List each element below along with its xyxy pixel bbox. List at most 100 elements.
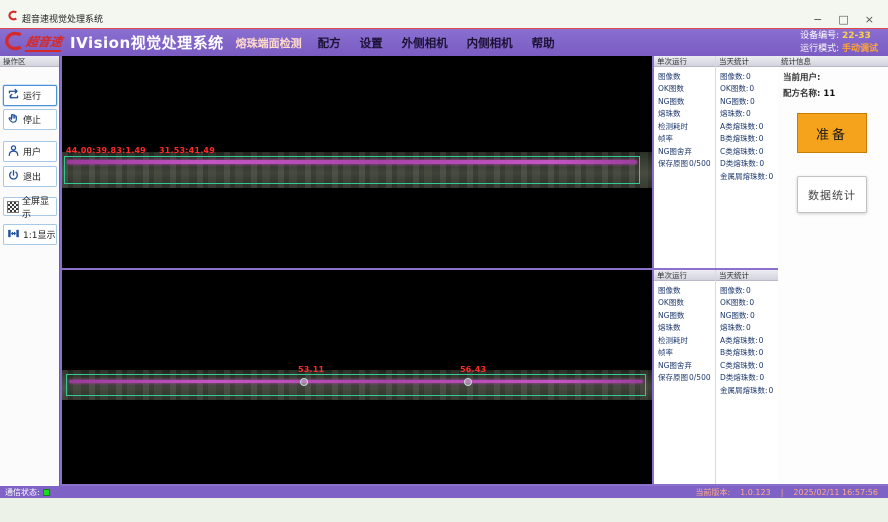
user-icon [7,144,20,160]
menu-recipe[interactable]: 配方 [318,35,341,51]
camera-view-top[interactable]: 44.00:39.83:1.49 31.53:41.49 [62,56,652,268]
user-button-label: 用户 [23,145,41,158]
stat-label: OK图数: [720,297,748,308]
stat-value: 0/500 [689,159,711,168]
stat-label: 保存原图 [658,158,688,169]
window-controls: − □ × [813,14,874,25]
run-mode-label: 运行模式: [800,44,839,54]
app-logo-icon [7,6,18,25]
one-to-one-icon [7,227,20,243]
stat-value: 0 [746,72,751,81]
one-to-one-button[interactable]: 1:1显示 [3,224,57,245]
one-to-one-button-label: 1:1显示 [23,228,56,241]
stat-label: 图像数: [720,71,745,82]
version-label: 当前版本: [695,487,730,498]
stat-label: C类熔珠数: [720,360,758,371]
stat-label: B类熔珠数: [720,347,758,358]
menu-inner-camera[interactable]: 内侧相机 [467,35,513,51]
fullscreen-grid-icon [7,201,19,213]
prepare-button[interactable]: 准备 [797,113,867,153]
stat-label: 图像数 [658,285,681,296]
device-number-label: 设备编号: [800,31,839,41]
stat-value: 0 [746,109,751,118]
fullscreen-button-label: 全屏显示 [22,194,56,220]
data-statistics-button[interactable]: 数据统计 [797,176,867,213]
stat-label: 帧率 [658,133,673,144]
window-title: 超音速视觉处理系统 [22,12,103,25]
brand-name: 超音速 [25,33,64,52]
brand-logo-icon [2,30,24,56]
operation-sidebar: 操作区 运行 停止 用户 [0,56,60,486]
stat-value: 0 [759,159,764,168]
stat-label: 熔珠数: [720,322,745,333]
annotation-left: 44.00:39.83:1.49 [66,146,146,155]
menu-outer-camera[interactable]: 外侧相机 [402,35,448,51]
stat-value: 0 [749,84,754,93]
stat-label: A类熔珠数: [720,121,758,132]
stop-button-label: 停止 [23,113,41,126]
stat-value: 0 [759,134,764,143]
daily-stats-column: 当天统计 图像数:0 OK图数:0 NG图数:0 熔珠数:0 A类熔珠数:0 B… [716,270,778,484]
version-value: 1.0.123 [740,488,771,497]
datetime: 2025/02/11 16:57:56 [793,488,878,497]
camera-view-bottom[interactable]: 53.11 56.43 [62,270,652,484]
menu-bar: 配方 设置 外侧相机 内侧相机 帮助 [318,35,555,51]
stat-value: 0 [759,147,764,156]
exit-button[interactable]: 退出 [3,166,57,187]
stat-label: D类熔珠数: [720,158,758,169]
hand-stop-icon [7,112,20,128]
comm-status-indicator [43,489,50,496]
run-button[interactable]: 运行 [3,85,57,106]
menu-settings[interactable]: 设置 [360,35,383,51]
single-run-title: 单次运行 [654,270,715,281]
stop-button[interactable]: 停止 [3,109,57,130]
stat-label: NG图舍弃 [658,360,692,371]
fullscreen-button[interactable]: 全屏显示 [3,197,57,216]
measurement-annotation: 44.00:39.83:1.49 31.53:41.49 [66,146,215,155]
annotation-right: 31.53:41.49 [159,146,215,155]
stat-label: NG图数: [720,96,749,107]
close-button[interactable]: × [865,14,874,25]
single-run-column: 单次运行 图像数 OK图数 NG图数 熔珠数 检测耗时 帧率 NG图舍弃 保存原… [654,270,716,484]
recipe-name-label: 配方名称: [783,89,820,99]
stat-label: 金属屑熔珠数: [720,171,768,182]
stat-value: 0 [746,286,751,295]
stat-label: NG图数 [658,96,684,107]
stat-value: 0 [759,122,764,131]
single-run-title: 单次运行 [654,56,715,67]
daily-stats-column: 当天统计 图像数:0 OK图数:0 NG图数:0 熔珠数:0 A类熔珠数:0 B… [716,56,778,268]
power-icon [7,169,20,185]
maximize-button[interactable]: □ [838,14,848,25]
current-user-label: 当前用户: [783,73,820,83]
stat-label: 保存原图 [658,372,688,383]
single-run-column: 单次运行 图像数 OK图数 NG图数 熔珠数 检测耗时 帧率 NG图舍弃 保存原… [654,56,716,268]
stat-value: 0 [746,323,751,332]
stat-label: NG图数 [658,310,684,321]
minimize-button[interactable]: − [813,14,822,25]
sidebar-title: 操作区 [0,56,59,67]
stats-panel-bottom: 单次运行 图像数 OK图数 NG图数 熔珠数 检测耗时 帧率 NG图舍弃 保存原… [654,270,778,484]
app-window: 超音速视觉处理系统 − □ × 超音速 IVision视觉处理系统 熔珠端面检测… [0,0,888,522]
run-mode-value: 手动调试 [842,44,878,54]
stat-label: OK图数 [658,83,684,94]
stat-label: 检测耗时 [658,335,688,346]
menu-help[interactable]: 帮助 [532,35,555,51]
user-button[interactable]: 用户 [3,141,57,162]
stat-value: 0 [759,361,764,370]
defect-marker [300,378,308,386]
measurement-annotation: 56.43 [460,365,486,374]
bead-line-overlay [69,380,643,383]
stat-label: 熔珠数 [658,108,681,119]
stat-label: OK图数: [720,83,748,94]
info-panel-title: 统计信息 [778,56,888,67]
app-subtitle: 熔珠端面检测 [236,35,302,51]
stat-label: D类熔珠数: [720,372,758,383]
stat-label: 帧率 [658,347,673,358]
stat-label: 图像数 [658,71,681,82]
app-title: IVision视觉处理系统 [70,32,224,53]
measurement-annotation: 53.11 [298,365,324,374]
device-info: 设备编号: 22-33 运行模式: 手动调试 [800,30,878,54]
stat-value: 0/500 [689,373,711,382]
stat-label: NG图舍弃 [658,146,692,157]
statistics-info-panel: 统计信息 当前用户: 配方名称:11 准备 数据统计 [778,56,888,484]
